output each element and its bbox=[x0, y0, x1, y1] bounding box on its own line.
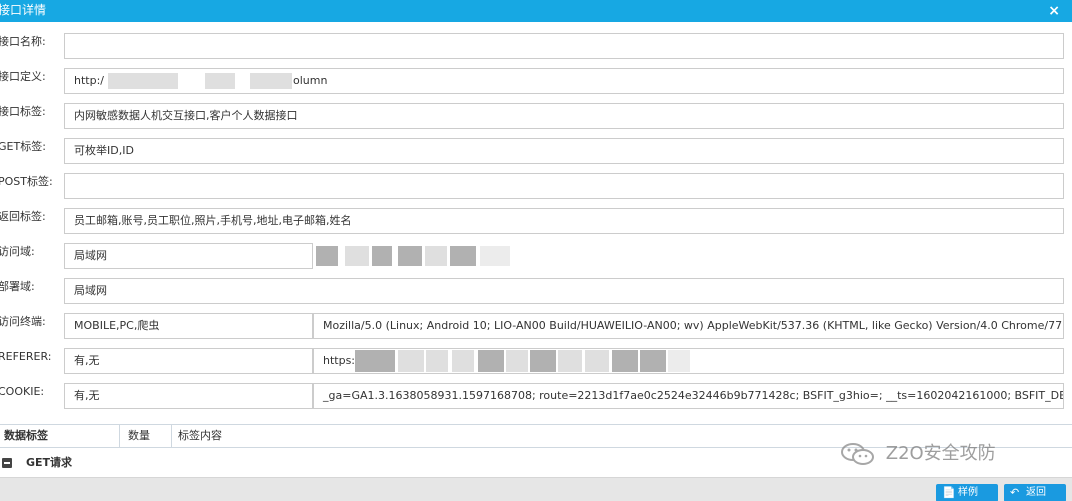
redaction-blur bbox=[452, 350, 474, 372]
dialog-footer: 📄 样例 ↶ 返回 bbox=[0, 477, 1072, 501]
label-access-terminal: 访问终端: bbox=[0, 315, 46, 328]
collapse-minus-icon[interactable] bbox=[2, 458, 12, 468]
dialog-title-bar: 接口详情 × bbox=[0, 0, 1072, 22]
back-button[interactable]: ↶ 返回 bbox=[1004, 484, 1066, 501]
redaction-blur bbox=[612, 350, 638, 372]
label-get-tags: GET标签: bbox=[0, 140, 46, 153]
redaction-blur bbox=[345, 246, 369, 266]
label-access-domain: 访问域: bbox=[0, 245, 35, 258]
redaction-blur bbox=[316, 246, 338, 266]
redaction-blur bbox=[480, 246, 510, 266]
row-interface-name: 接口名称: bbox=[0, 28, 1072, 63]
access-domain-field: 局域网 bbox=[64, 243, 313, 269]
row-interface-definition: 接口定义: http:/ olumn bbox=[0, 63, 1072, 98]
redaction-blur bbox=[478, 350, 504, 372]
post-tags-field bbox=[64, 173, 1064, 199]
label-deploy-domain: 部署域: bbox=[0, 280, 35, 293]
dialog-title: 接口详情 bbox=[0, 3, 47, 17]
row-deploy-domain: 部署域: 局域网 bbox=[0, 273, 1072, 308]
redaction-blur bbox=[426, 350, 448, 372]
row-access-domain: 访问域: 局域网 bbox=[0, 238, 1072, 273]
redaction-blur bbox=[530, 350, 556, 372]
redaction-blur bbox=[640, 350, 666, 372]
label-post-tags: POST标签: bbox=[0, 175, 53, 188]
wechat-icon bbox=[841, 443, 874, 465]
redaction-blur bbox=[355, 350, 395, 372]
label-interface-name: 接口名称: bbox=[0, 35, 46, 48]
row-post-tags: POST标签: bbox=[0, 168, 1072, 203]
back-button-label: 返回 bbox=[1026, 487, 1046, 498]
cookie-field: 有,无 bbox=[64, 383, 313, 409]
row-return-tags: 返回标签: 员工邮箱,账号,员工职位,照片,手机号,地址,电子邮箱,姓名 bbox=[0, 203, 1072, 238]
referer-field: 有,无 bbox=[64, 348, 313, 374]
watermark: Z2O安全攻防 bbox=[840, 440, 996, 468]
redaction-blur bbox=[585, 350, 609, 372]
redaction-blur bbox=[450, 246, 476, 266]
column-header-count[interactable]: 数量 bbox=[120, 425, 172, 447]
redaction-blur bbox=[425, 246, 447, 266]
row-get-tags: GET标签: 可枚举ID,ID bbox=[0, 133, 1072, 168]
redaction-blur bbox=[205, 73, 235, 89]
definition-value-end: olumn bbox=[293, 74, 328, 87]
definition-value-start: http:/ bbox=[74, 74, 104, 87]
interface-tags-field: 内网敏感数据人机交互接口,客户个人数据接口 bbox=[64, 103, 1064, 129]
access-terminal-field: MOBILE,PC,爬虫 bbox=[64, 313, 313, 339]
sample-button[interactable]: 📄 样例 bbox=[936, 484, 998, 501]
row-cookie: COOKIE: 有,无 _ga=GA1.3.1638058931.1597168… bbox=[0, 378, 1072, 413]
redaction-blur bbox=[506, 350, 528, 372]
redaction-blur bbox=[668, 350, 690, 372]
document-icon: 📄 bbox=[942, 486, 956, 499]
column-header-data-tag[interactable]: 数据标签 bbox=[0, 425, 120, 447]
row-interface-tags: 接口标签: 内网敏感数据人机交互接口,客户个人数据接口 bbox=[0, 98, 1072, 133]
return-arrow-icon: ↶ bbox=[1010, 486, 1020, 499]
label-interface-tags: 接口标签: bbox=[0, 105, 46, 118]
user-agent-field: Mozilla/5.0 (Linux; Android 10; LIO-AN00… bbox=[313, 313, 1064, 339]
label-return-tags: 返回标签: bbox=[0, 210, 46, 223]
sample-button-label: 样例 bbox=[958, 487, 978, 498]
cookie-detail-field: _ga=GA1.3.1638058931.1597168708; route=2… bbox=[313, 383, 1064, 409]
redaction-blur bbox=[372, 246, 392, 266]
row-access-terminal: 访问终端: MOBILE,PC,爬虫 Mozilla/5.0 (Linux; A… bbox=[0, 308, 1072, 343]
return-tags-field: 员工邮箱,账号,员工职位,照片,手机号,地址,电子邮箱,姓名 bbox=[64, 208, 1064, 234]
row-referer: REFERER: 有,无 https: bbox=[0, 343, 1072, 378]
redaction-blur bbox=[108, 73, 178, 89]
label-cookie: COOKIE: bbox=[0, 385, 45, 398]
group-label: GET请求 bbox=[26, 456, 73, 469]
watermark-text: Z2O安全攻防 bbox=[885, 443, 996, 464]
redaction-blur bbox=[250, 73, 292, 89]
get-tags-field: 可枚举ID,ID bbox=[64, 138, 1064, 164]
redaction-blur bbox=[398, 350, 424, 372]
interface-name-field bbox=[64, 33, 1064, 59]
label-referer: REFERER: bbox=[0, 350, 52, 363]
redaction-blur bbox=[398, 246, 422, 266]
deploy-domain-field: 局域网 bbox=[64, 278, 1064, 304]
close-icon[interactable]: × bbox=[1048, 0, 1060, 22]
interface-detail-form: 接口名称: 接口定义: http:/ olumn 接口标签: 内网敏感数据人机交… bbox=[0, 28, 1072, 413]
label-interface-definition: 接口定义: bbox=[0, 70, 46, 83]
redaction-blur bbox=[558, 350, 582, 372]
